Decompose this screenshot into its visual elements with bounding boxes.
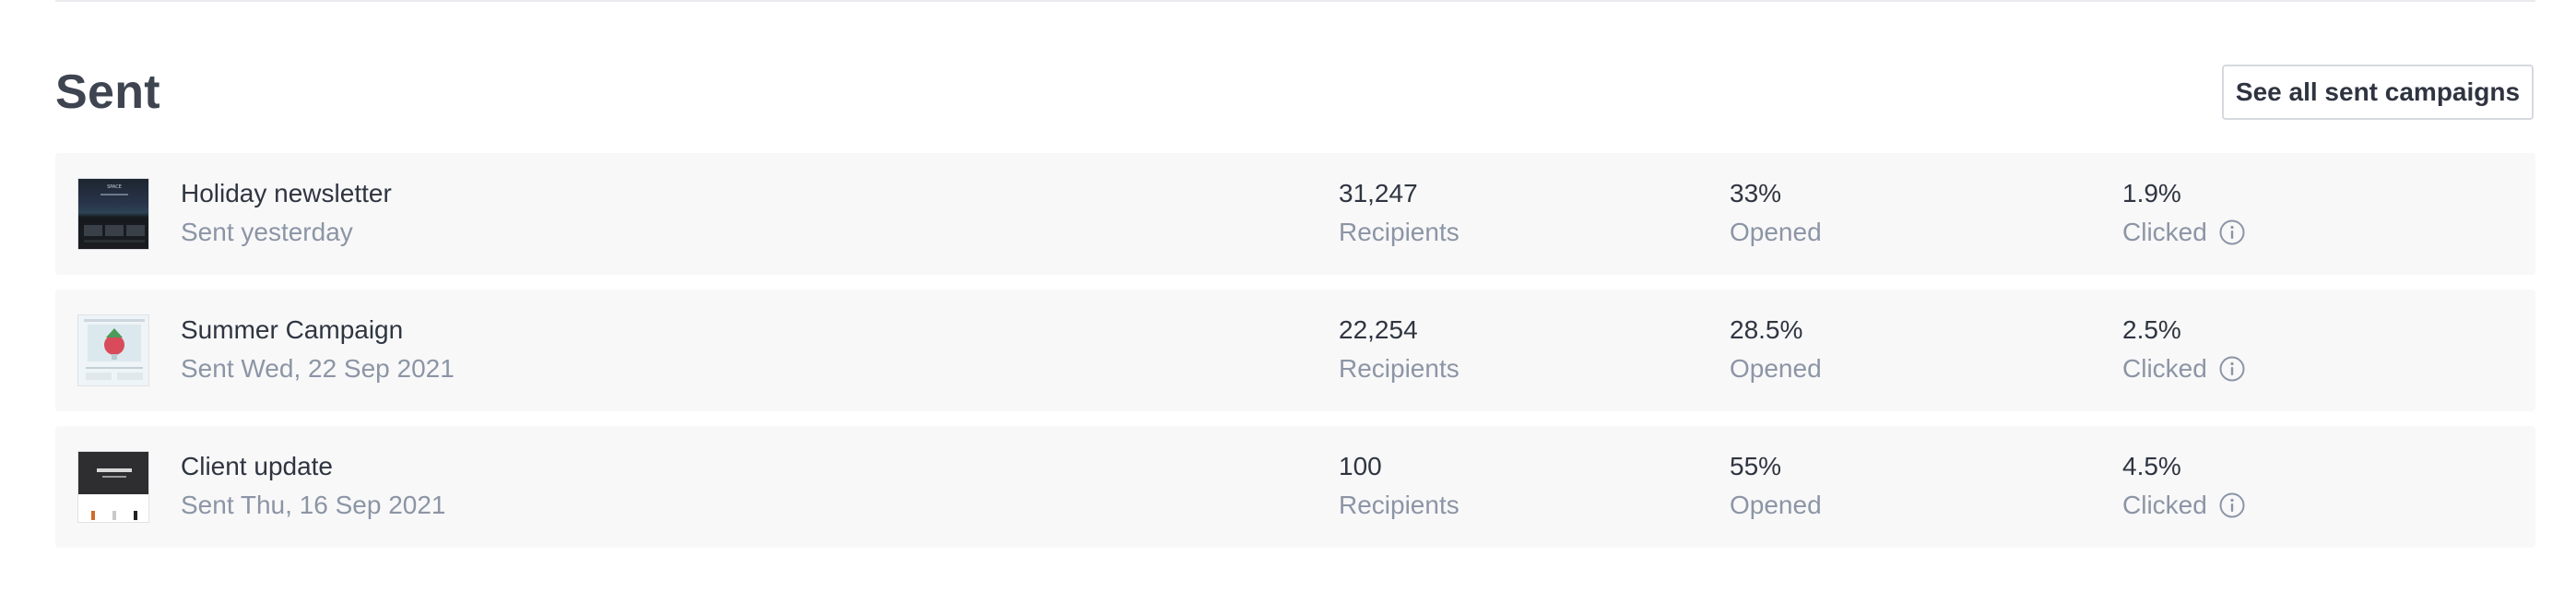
recipients-value: 100 (1339, 452, 1382, 480)
campaign-sent-date: Sent yesterday (181, 218, 353, 246)
campaign-sent-date: Sent Wed, 22 Sep 2021 (181, 354, 455, 383)
clicked-label: Clicked (2122, 218, 2207, 246)
campaign-name[interactable]: Client update (181, 450, 333, 483)
campaign-row[interactable]: Client update Sent Thu, 16 Sep 2021 100 … (55, 426, 2535, 548)
svg-text:SPACE: SPACE (107, 184, 122, 190)
clicked-label: Clicked (2122, 354, 2207, 383)
info-icon[interactable] (2218, 491, 2246, 519)
opened-value: 33% (1730, 179, 1782, 207)
recipients-value: 31,247 (1339, 179, 1418, 207)
opened-value: 55% (1730, 452, 1782, 480)
clicked-value: 2.5% (2122, 315, 2181, 344)
campaign-thumbnail (77, 314, 149, 386)
sent-campaign-list: SPACE Holiday newsletter Sent yesterday … (55, 153, 2535, 562)
info-icon[interactable] (2218, 219, 2246, 246)
section-title: Sent (55, 65, 160, 119)
opened-label: Opened (1730, 491, 1822, 519)
recipients-label: Recipients (1339, 354, 1459, 383)
campaign-name[interactable]: Summer Campaign (181, 314, 403, 347)
see-all-sent-campaigns-button[interactable]: See all sent campaigns (2222, 65, 2534, 120)
campaign-thumbnail: SPACE (77, 178, 149, 250)
recipients-value: 22,254 (1339, 315, 1418, 344)
opened-label: Opened (1730, 218, 1822, 246)
campaign-name[interactable]: Holiday newsletter (181, 177, 392, 210)
summer-drink-thumbnail (78, 315, 148, 385)
clicked-label-group: Clicked (2122, 489, 2246, 522)
campaign-thumbnail (77, 451, 149, 523)
opened-label: Opened (1730, 354, 1822, 383)
campaign-row[interactable]: Summer Campaign Sent Wed, 22 Sep 2021 22… (55, 290, 2535, 411)
clicked-value: 1.9% (2122, 179, 2181, 207)
info-icon[interactable] (2218, 355, 2246, 383)
campaign-sent-date: Sent Thu, 16 Sep 2021 (181, 491, 446, 519)
campaign-row[interactable]: SPACE Holiday newsletter Sent yesterday … (55, 153, 2535, 275)
client-update-thumbnail (78, 452, 148, 522)
opened-value: 28.5% (1730, 315, 1803, 344)
clicked-value: 4.5% (2122, 452, 2181, 480)
clicked-label-group: Clicked (2122, 352, 2246, 385)
space-newsletter-thumbnail: SPACE (84, 184, 145, 243)
clicked-label: Clicked (2122, 491, 2207, 519)
top-divider (55, 0, 2535, 2)
recipients-label: Recipients (1339, 218, 1459, 246)
clicked-label-group: Clicked (2122, 216, 2246, 249)
recipients-label: Recipients (1339, 491, 1459, 519)
